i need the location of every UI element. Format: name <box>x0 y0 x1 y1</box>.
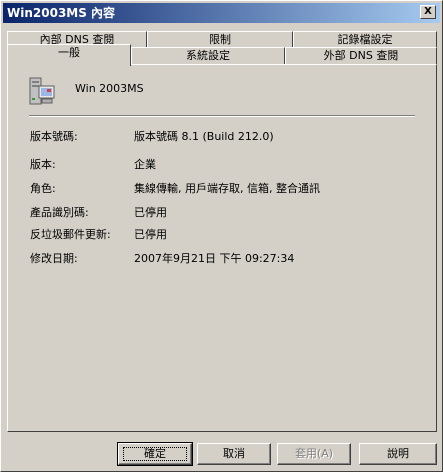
help-button[interactable]: 說明 <box>359 443 437 465</box>
field-value: 版本號碼 8.1 (Build 212.0) <box>134 130 274 143</box>
tab-system-settings[interactable]: 系統設定 <box>131 47 285 64</box>
apply-button-label: 套用(A) <box>294 447 334 460</box>
field-row-roles: 角色: 集線傳輸, 用戶端存取, 信箱, 整合通訊 <box>30 180 430 195</box>
window-title: Win2003MS 內容 <box>7 6 116 20</box>
field-label: 產品識別碼: <box>30 206 89 219</box>
help-button-label: 說明 <box>387 447 409 460</box>
general-tab-panel: Win 2003MS 版本號碼: 版本號碼 8.1 (Build 212.0) … <box>7 64 437 432</box>
field-value: 已停用 <box>134 206 167 219</box>
close-icon: X <box>424 6 432 17</box>
tab-log-settings[interactable]: 記錄檔設定 <box>293 31 437 48</box>
field-label: 版本號碼: <box>30 130 78 143</box>
tab-external-dns-lookup[interactable]: 外部 DNS 查閱 <box>285 47 437 64</box>
tab-limits[interactable]: 限制 <box>147 31 293 48</box>
properties-dialog: Win2003MS 內容 X 內部 DNS 查閱 限制 記錄檔設定 一般 系統設… <box>0 0 443 472</box>
apply-button[interactable]: 套用(A) <box>277 443 351 465</box>
cancel-button[interactable]: 取消 <box>197 443 271 465</box>
field-value: 企業 <box>134 158 156 171</box>
field-row-edition: 版本: 企業 <box>30 156 430 171</box>
close-button[interactable]: X <box>420 5 436 19</box>
cancel-button-label: 取消 <box>223 447 245 460</box>
field-label: 版本: <box>30 158 56 171</box>
field-row-modified-date: 修改日期: 2007年9月21日 下午 09:27:34 <box>30 250 430 265</box>
field-label: 反垃圾郵件更新: <box>30 228 111 241</box>
server-name: Win 2003MS <box>75 82 144 95</box>
field-row-antispam-updates: 反垃圾郵件更新: 已停用 <box>30 226 430 241</box>
field-value: 已停用 <box>134 228 167 241</box>
tab-general[interactable]: 一般 <box>7 44 131 66</box>
title-bar[interactable]: Win2003MS 內容 X <box>3 3 440 23</box>
focus-rect <box>123 447 187 461</box>
server-computer-icon <box>29 77 55 105</box>
ok-button[interactable]: 確定 <box>117 442 193 466</box>
field-label: 角色: <box>30 182 56 195</box>
field-value: 2007年9月21日 下午 09:27:34 <box>134 252 295 265</box>
field-value: 集線傳輸, 用戶端存取, 信箱, 整合通訊 <box>134 182 320 195</box>
field-row-product-id: 產品識別碼: 已停用 <box>30 204 430 219</box>
field-row-version-number: 版本號碼: 版本號碼 8.1 (Build 212.0) <box>30 128 430 143</box>
field-label: 修改日期: <box>30 252 78 265</box>
separator <box>29 115 415 117</box>
